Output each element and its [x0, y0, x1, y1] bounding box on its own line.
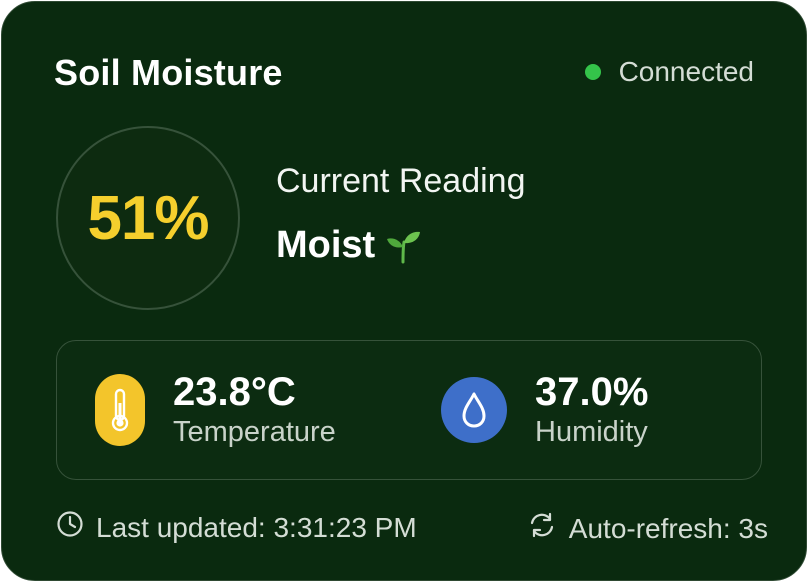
card-title: Soil Moisture: [54, 52, 283, 93]
temperature-value: 23.8°C: [173, 370, 296, 414]
moisture-gauge: 51%: [56, 126, 240, 310]
reading-state-label: Moist: [276, 224, 376, 266]
last-updated: Last updated: 3:31:23 PM: [56, 510, 417, 545]
refresh-icon: [527, 510, 557, 547]
auto-refresh: Auto-refresh: 3s: [527, 510, 768, 547]
auto-refresh-text: Auto-refresh: 3s: [568, 512, 768, 544]
temperature-label: Temperature: [173, 416, 336, 448]
humidity-label: Humidity: [535, 416, 648, 448]
reading-state: Moist: [276, 224, 423, 267]
moisture-value: 51%: [87, 183, 209, 253]
humidity-text: 37.0% Humidity: [535, 370, 648, 450]
humidity-metric: 37.0% Humidity: [441, 341, 648, 479]
reading-label: Current Reading: [276, 162, 526, 200]
water-drop-icon: [441, 377, 507, 443]
temperature-metric: 23.8°C Temperature: [95, 341, 336, 479]
last-updated-text: Last updated: 3:31:23 PM: [96, 511, 417, 543]
thermometer-icon: [95, 374, 145, 446]
status-dot-icon: [584, 64, 601, 80]
temperature-text: 23.8°C Temperature: [173, 370, 336, 450]
clock-icon: [56, 510, 84, 545]
soil-moisture-card: Soil Moisture Connected 51% Current Read…: [1, 1, 807, 581]
connection-status-label: Connected: [618, 56, 754, 87]
metrics-panel: 23.8°C Temperature 37.0% Humidity: [56, 340, 762, 480]
humidity-value: 37.0%: [535, 370, 649, 414]
sprout-icon: [383, 226, 423, 266]
connection-status: Connected: [584, 56, 754, 88]
